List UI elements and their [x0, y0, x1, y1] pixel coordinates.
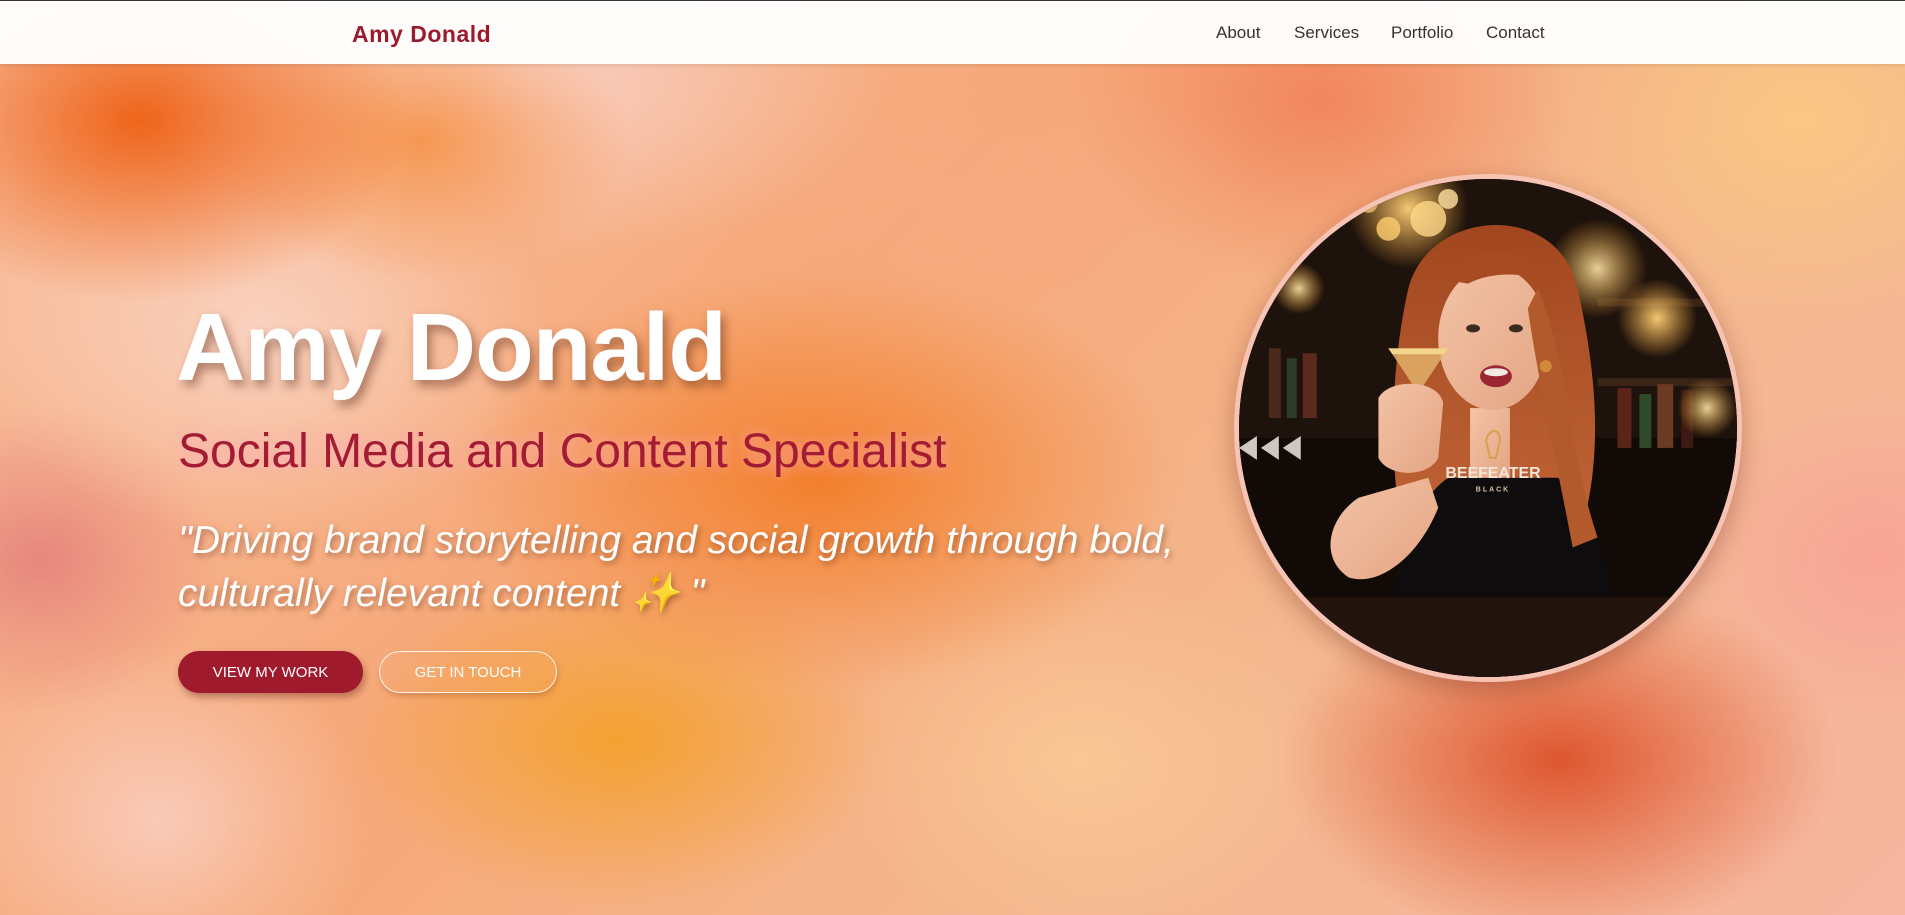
- hero-name: Amy Donald: [176, 294, 727, 401]
- profile-photo: BEEFEATER BLACK: [1234, 174, 1742, 682]
- nav-link-portfolio[interactable]: Portfolio: [1391, 23, 1453, 43]
- nav-links: About Services Portfolio Contact: [0, 23, 1905, 47]
- get-in-touch-button[interactable]: Get In Touch: [379, 651, 557, 693]
- nav-link-about[interactable]: About: [1216, 23, 1260, 43]
- view-my-work-button[interactable]: View My Work: [178, 651, 363, 693]
- top-navbar: Amy Donald About Services Portfolio Cont…: [0, 0, 1905, 64]
- hero-quote: "Driving brand storytelling and social g…: [178, 519, 1174, 615]
- nav-link-services[interactable]: Services: [1294, 23, 1359, 43]
- hero-role: Social Media and Content Specialist: [178, 425, 947, 478]
- shirt-logo-subtext: BLACK: [1476, 487, 1510, 494]
- nav-link-contact[interactable]: Contact: [1486, 23, 1545, 43]
- shirt-logo-text: BEEFEATER: [1445, 465, 1541, 482]
